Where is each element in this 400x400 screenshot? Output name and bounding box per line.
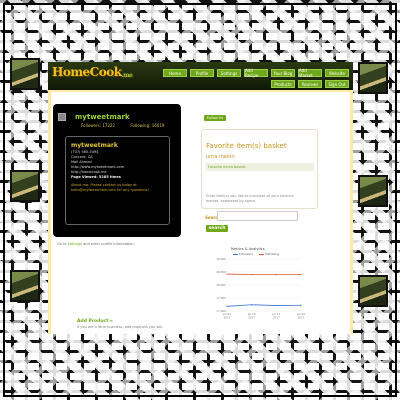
nav-sign-out[interactable]: Sign Out xyxy=(325,80,349,88)
y-tick-label: 18,000 xyxy=(216,283,226,287)
profile-website-link[interactable]: http://www.mytweetmark.com xyxy=(71,165,124,169)
nav-reviews[interactable]: Reviews xyxy=(298,80,322,88)
add-product-description: If you are a farm business, add products… xyxy=(77,325,164,329)
metrics-chart: Metrics & Analytics Followers Following … xyxy=(209,245,305,325)
site-window: HomeCook.me Home Profile Settings Add Re… xyxy=(48,62,353,334)
nav-profile[interactable]: Profile xyxy=(190,69,214,77)
search-input[interactable] xyxy=(217,211,298,221)
data-point-following xyxy=(275,273,277,276)
y-tick-label: 19,000 xyxy=(216,257,226,261)
site-logo[interactable]: HomeCook.me xyxy=(52,65,133,79)
logo-tld: .me xyxy=(121,72,133,79)
y-tick-label: 17,500 xyxy=(216,296,226,300)
search-button[interactable]: search xyxy=(206,225,228,232)
x-tick-label: 2017 xyxy=(297,316,304,320)
favorite-basket-note: Enter item(s) you like to purchase at yo… xyxy=(206,194,294,203)
profile-details: mytweetmark (707) 565-5494 Concord, CA M… xyxy=(65,136,170,225)
y-tick-label: 18,500 xyxy=(216,270,226,274)
nav-your-blog[interactable]: Your Blog xyxy=(271,69,295,77)
main-content: mytweetmark Followers: 17222 Following: … xyxy=(51,92,350,334)
favorite-basket-title: Favorite item(s) basket xyxy=(206,142,287,150)
site-header: HomeCook.me Home Profile Settings Add Re… xyxy=(48,62,353,90)
nav-website[interactable]: Website xyxy=(325,69,349,77)
side-thumbnail xyxy=(10,58,40,90)
x-tick-label: 2017 xyxy=(273,316,280,320)
data-point-following xyxy=(251,274,253,276)
profile-username: mytweetmark xyxy=(71,142,118,149)
settings-note-prefix: Go to xyxy=(57,242,67,246)
chart-plot: 17,00017,50018,00018,50019,000Jul 032017… xyxy=(216,257,305,320)
side-thumbnail xyxy=(10,270,40,302)
profile-location: Concord, CA xyxy=(71,155,93,159)
nav-products[interactable]: Products xyxy=(271,80,295,88)
data-point-following xyxy=(300,273,302,275)
logo-text: HomeCook xyxy=(52,65,122,79)
favorite-basket-user[interactable]: urna.melon xyxy=(206,154,235,160)
x-tick-label: 2017 xyxy=(223,316,230,320)
profile-about: About me: Please contact us today at hel… xyxy=(71,183,149,192)
data-point-followers xyxy=(226,305,228,307)
series-line-followers xyxy=(226,304,302,307)
nav-add-recipe[interactable]: Add Recipe xyxy=(244,68,268,78)
data-point-followers xyxy=(300,304,302,306)
profile-card: mytweetmark Followers: 17222 Following: … xyxy=(53,104,181,237)
series-line-following xyxy=(226,273,302,276)
settings-note: Go to Settings and enter profile informa… xyxy=(57,242,135,246)
profile-page-views: Page Viewed: 5285 times xyxy=(71,175,121,179)
add-product-link[interactable]: Add Product » xyxy=(77,319,113,324)
settings-note-suffix: and enter profile information. xyxy=(83,242,135,246)
side-thumbnail xyxy=(358,62,388,94)
profile-name: mytweetmark xyxy=(75,113,130,121)
side-thumbnail xyxy=(358,275,388,307)
favorite-basket-panel: Favorite item(s) basket urna.melon Favor… xyxy=(201,129,318,209)
nav-add-market[interactable]: Add Market xyxy=(298,68,322,78)
side-thumbnail xyxy=(10,170,40,202)
followers-count[interactable]: Followers: 17222 xyxy=(81,123,115,128)
settings-link[interactable]: Settings xyxy=(68,242,82,246)
profile-stats: Followers: 17222 Following: 16019 xyxy=(81,123,178,128)
nav-settings[interactable]: Settings xyxy=(217,69,241,77)
avatar[interactable] xyxy=(58,113,66,121)
nav-home[interactable]: Home xyxy=(163,69,187,77)
data-point-following xyxy=(226,273,228,275)
side-thumbnail xyxy=(358,175,388,207)
following-count[interactable]: Following: 16019 xyxy=(130,123,164,128)
data-point-followers xyxy=(251,304,253,306)
favorite-basket-input[interactable]: Favorite items basket xyxy=(206,163,314,171)
data-point-followers xyxy=(275,304,277,307)
profile-homecook-link[interactable]: http://homecook.me xyxy=(71,170,107,174)
profile-mail-link[interactable]: Mail Ahmed xyxy=(71,160,92,164)
follow-button[interactable]: Follow Us xyxy=(204,115,226,121)
profile-phone: (707) 565-5494 xyxy=(71,150,99,154)
x-tick-label: 2017 xyxy=(248,316,255,320)
